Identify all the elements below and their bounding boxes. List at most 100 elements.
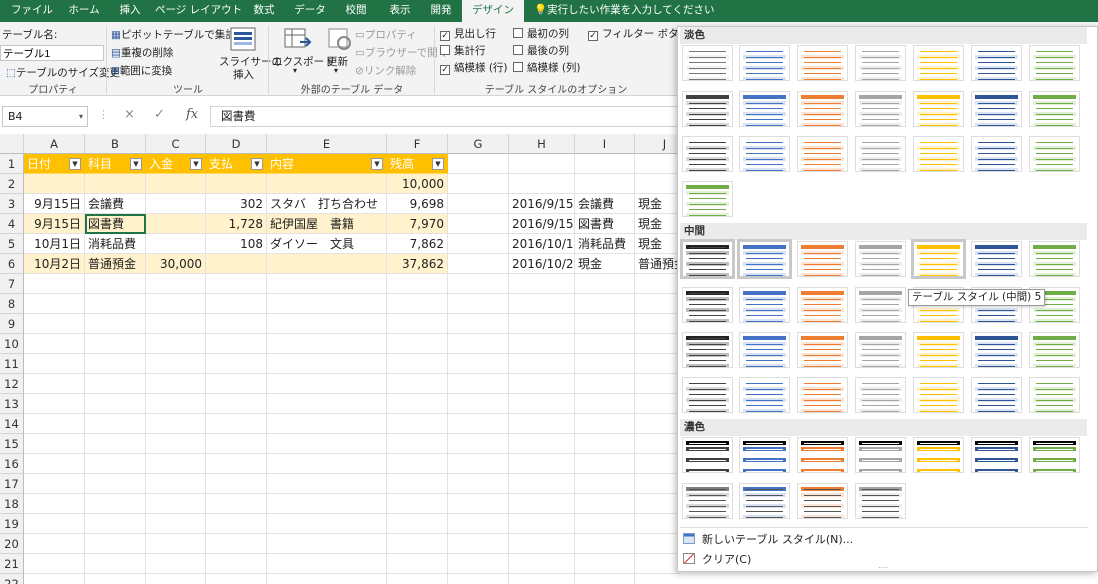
medium-style-swatch[interactable]	[971, 377, 1022, 413]
row-header-1[interactable]: 1	[0, 154, 24, 174]
row-header-12[interactable]: 12	[0, 374, 24, 394]
cell[interactable]	[24, 554, 85, 574]
cell[interactable]	[509, 334, 575, 354]
table-cell[interactable]	[206, 254, 267, 274]
cell[interactable]	[267, 274, 387, 294]
side-data-cell[interactable]: 現金	[575, 254, 635, 274]
cell[interactable]	[635, 334, 680, 354]
cell[interactable]	[24, 394, 85, 414]
dark-style-swatch[interactable]	[855, 437, 906, 473]
row-header-17[interactable]: 17	[0, 474, 24, 494]
properties-button[interactable]: ▭プロパティ	[355, 27, 417, 42]
convert-to-range-button[interactable]: ⊞範囲に変換	[111, 63, 172, 78]
cell[interactable]	[387, 394, 448, 414]
cell[interactable]	[387, 314, 448, 334]
row-header-22[interactable]: 22	[0, 574, 24, 584]
light-style-swatch[interactable]	[1029, 91, 1080, 127]
total-row-checkbox[interactable]: 集計行	[440, 43, 486, 58]
cell[interactable]	[448, 454, 509, 474]
row-header-8[interactable]: 8	[0, 294, 24, 314]
cell[interactable]	[267, 374, 387, 394]
cell[interactable]	[635, 454, 680, 474]
cell[interactable]	[267, 394, 387, 414]
side-data-cell[interactable]: 2016/9/15	[509, 194, 575, 214]
cell[interactable]	[267, 354, 387, 374]
cell[interactable]	[635, 374, 680, 394]
cell[interactable]	[85, 534, 146, 554]
column-header-E[interactable]: E	[267, 134, 387, 154]
cell[interactable]	[509, 574, 575, 584]
light-style-swatch[interactable]	[971, 91, 1022, 127]
medium-style-swatch[interactable]	[911, 239, 966, 279]
cell[interactable]	[24, 434, 85, 454]
dark-style-swatch[interactable]	[1029, 437, 1080, 473]
cell[interactable]	[635, 314, 680, 334]
light-style-swatch[interactable]	[682, 91, 733, 127]
cell[interactable]	[206, 494, 267, 514]
dark-style-swatch[interactable]	[797, 483, 848, 519]
cell[interactable]	[146, 354, 206, 374]
cell[interactable]	[448, 234, 509, 254]
cell[interactable]	[85, 274, 146, 294]
cell[interactable]	[24, 374, 85, 394]
cell[interactable]	[448, 394, 509, 414]
cell[interactable]	[146, 394, 206, 414]
light-style-swatch[interactable]	[855, 45, 906, 81]
tab-5[interactable]: データ	[290, 0, 330, 22]
side-data-cell[interactable]: 普通預金	[635, 254, 680, 274]
medium-style-swatch[interactable]	[680, 239, 735, 279]
name-box[interactable]: B4 ▾	[2, 106, 88, 127]
light-style-swatch[interactable]	[739, 136, 790, 172]
cell[interactable]	[206, 354, 267, 374]
tab-8[interactable]: 開発	[426, 0, 456, 22]
cell[interactable]	[509, 394, 575, 414]
medium-style-swatch[interactable]	[682, 332, 733, 368]
tab-3[interactable]: ページ レイアウト	[155, 0, 242, 22]
filter-dropdown-icon[interactable]: ▼	[251, 158, 263, 170]
row-header-20[interactable]: 20	[0, 534, 24, 554]
cell[interactable]	[85, 494, 146, 514]
side-data-cell[interactable]: 消耗品費	[575, 234, 635, 254]
table-cell[interactable]: 9,698	[387, 194, 448, 214]
cell[interactable]	[635, 294, 680, 314]
cell[interactable]	[448, 194, 509, 214]
filter-dropdown-icon[interactable]: ▼	[190, 158, 202, 170]
cell[interactable]	[146, 514, 206, 534]
medium-style-swatch[interactable]	[739, 332, 790, 368]
cell[interactable]	[146, 334, 206, 354]
cell[interactable]	[387, 274, 448, 294]
table-header-cell[interactable]: 残高 ▼	[387, 154, 448, 174]
column-header-F[interactable]: F	[387, 134, 448, 154]
column-header-D[interactable]: D	[206, 134, 267, 154]
insert-function-icon[interactable]: fx	[186, 107, 198, 122]
cell[interactable]	[267, 574, 387, 584]
resize-table-button[interactable]: ⬚テーブルのサイズ変更	[6, 65, 120, 80]
dark-style-swatch[interactable]	[797, 437, 848, 473]
column-header-G[interactable]: G	[448, 134, 509, 154]
medium-style-swatch[interactable]	[739, 377, 790, 413]
cell[interactable]	[387, 414, 448, 434]
filter-dropdown-icon[interactable]: ▼	[432, 158, 444, 170]
enter-icon[interactable]: ✓	[154, 107, 165, 122]
cell[interactable]	[635, 554, 680, 574]
cell[interactable]	[267, 334, 387, 354]
table-cell[interactable]	[24, 174, 85, 194]
cell[interactable]	[575, 574, 635, 584]
cell[interactable]	[24, 274, 85, 294]
table-cell[interactable]: 30,000	[146, 254, 206, 274]
table-header-cell[interactable]: 科目 ▼	[85, 154, 146, 174]
cell[interactable]	[575, 354, 635, 374]
cell[interactable]	[206, 474, 267, 494]
row-header-7[interactable]: 7	[0, 274, 24, 294]
tab-0[interactable]: ファイル	[10, 0, 54, 22]
table-cell[interactable]: 10,000	[387, 174, 448, 194]
tab-4[interactable]: 数式	[245, 0, 283, 22]
table-cell[interactable]: ダイソー 文具	[267, 234, 387, 254]
medium-style-swatch[interactable]	[971, 332, 1022, 368]
cell[interactable]	[635, 434, 680, 454]
cell[interactable]	[387, 354, 448, 374]
header-row-checkbox[interactable]: ✓ 見出し行	[440, 26, 496, 41]
light-style-swatch[interactable]	[855, 91, 906, 127]
cell[interactable]	[206, 374, 267, 394]
cell[interactable]	[509, 374, 575, 394]
